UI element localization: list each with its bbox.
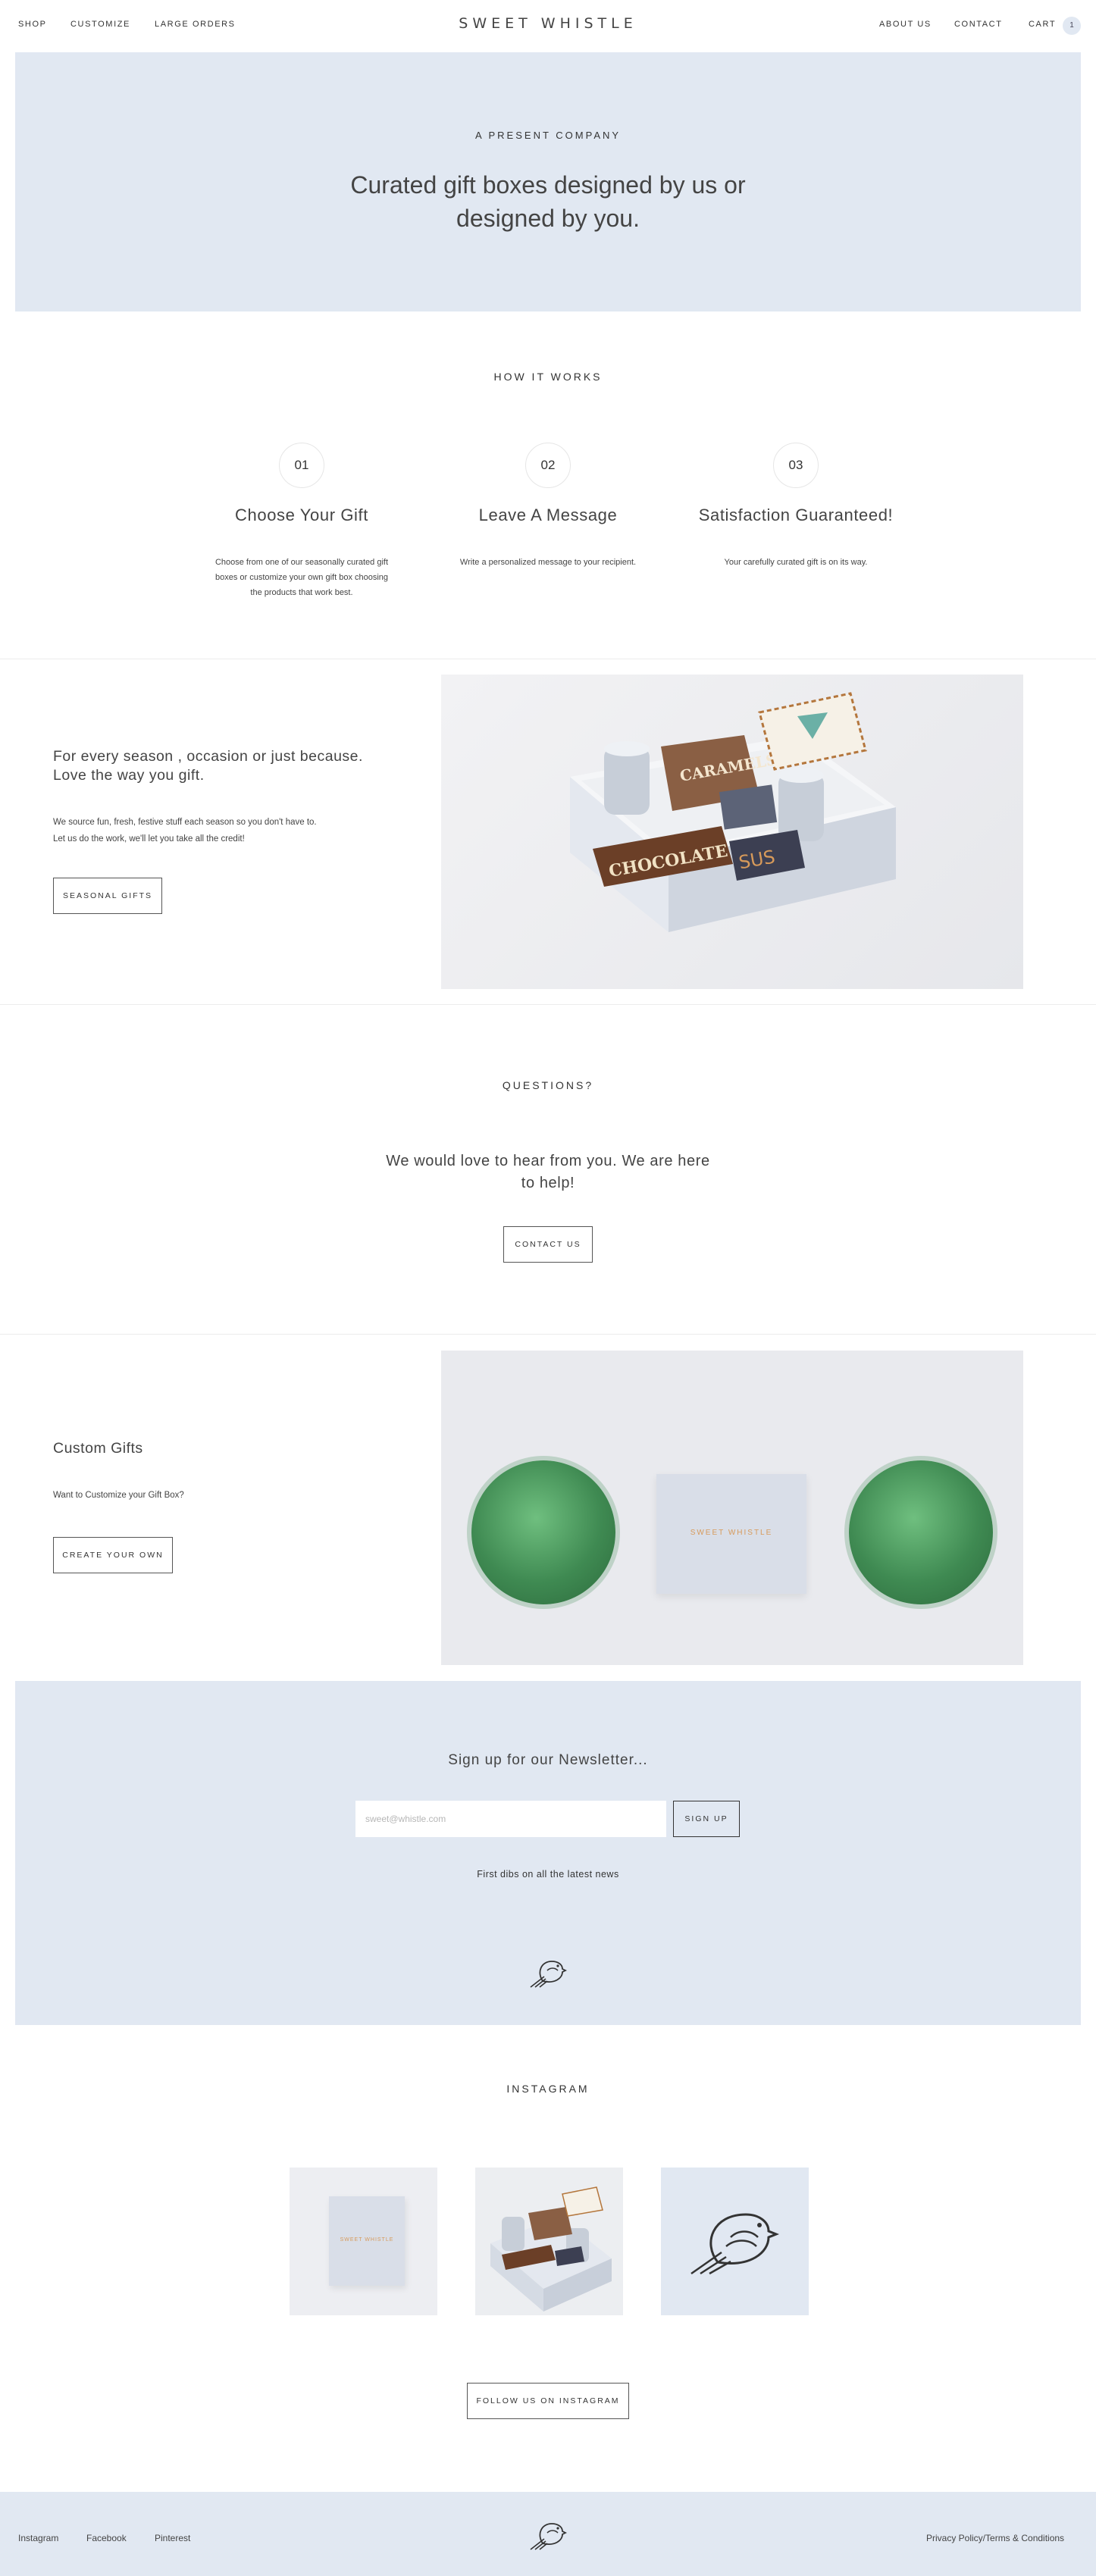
follow-instagram-button[interactable]: FOLLOW US ON INSTAGRAM <box>467 2383 629 2419</box>
seasonal-body: We source fun, fresh, festive stuff each… <box>53 814 317 847</box>
hero-headline-line2: designed by you. <box>456 205 640 232</box>
sign-up-button[interactable]: SIGN UP <box>673 1801 740 1837</box>
seasonal-headline-line1: For every season , occasion or just beca… <box>53 748 363 765</box>
seasonal-headline: For every season , occasion or just beca… <box>53 747 363 785</box>
step-3-description: Your carefully curated gift is on its wa… <box>697 555 894 570</box>
bird-logo-icon <box>529 1954 568 1989</box>
step-3-desc-line1: Your carefully curated gift is on its wa… <box>724 558 868 567</box>
step-3-title: Satisfaction Guaranteed! <box>698 505 894 524</box>
step-1-title: Choose Your Gift <box>235 505 368 524</box>
seasonal-body-line1: We source fun, fresh, festive stuff each… <box>53 818 317 827</box>
white-gift-box: SWEET WHISTLE <box>656 1474 806 1594</box>
instagram-box-label: SWEET WHISTLE <box>340 2237 394 2243</box>
instagram-post-1[interactable]: SWEET WHISTLE <box>290 2168 437 2315</box>
questions-text-line2: to help! <box>521 1175 575 1191</box>
instagram-box: SWEET WHISTLE <box>329 2196 405 2286</box>
step-1-desc-line3: the products that work best. <box>250 588 353 597</box>
instagram-post-3[interactable] <box>661 2168 809 2315</box>
hero-headline: Curated gift boxes designed by us or des… <box>0 168 1096 235</box>
nav-cart[interactable]: CART <box>1029 20 1056 29</box>
gift-box-label: SWEET WHISTLE <box>690 1529 773 1537</box>
plant-left-image <box>471 1460 615 1604</box>
seasonal-headline-line2: Love the way you gift. <box>53 767 205 784</box>
step-1-desc-line2: boxes or customize your own gift box cho… <box>215 573 389 582</box>
step-1-desc-line1: Choose from one of our seasonally curate… <box>215 558 389 567</box>
newsletter-heading: Sign up for our Newsletter... <box>448 1752 648 1768</box>
custom-gifts-headline: Custom Gifts <box>53 1440 143 1457</box>
hero-eyebrow: A PRESENT COMPANY <box>474 130 622 141</box>
seasonal-body-line2: Let us do the work, we'll let you take a… <box>53 834 245 844</box>
step-2-desc-line1: Write a personalized message to your rec… <box>459 558 637 567</box>
nav-contact[interactable]: CONTACT <box>954 20 1003 29</box>
gift-box-illustration: CARAMELS CHOCOLATE SUS <box>570 692 896 932</box>
instagram-heading: INSTAGRAM <box>506 2083 590 2095</box>
create-your-own-button[interactable]: CREATE YOUR OWN <box>53 1537 173 1573</box>
step-1-number: 01 <box>279 443 324 488</box>
hero-headline-line1: Curated gift boxes designed by us or <box>350 171 746 199</box>
newsletter-tagline: First dibs on all the latest news <box>477 1869 619 1880</box>
step-1-description: Choose from one of our seasonally curate… <box>203 555 400 600</box>
step-3-number: 03 <box>773 443 819 488</box>
seasonal-gift-box-image: CARAMELS CHOCOLATE SUS <box>441 675 1023 989</box>
footer-bird-logo-icon <box>529 2516 568 2551</box>
questions-heading: QUESTIONS? <box>502 1079 594 1091</box>
email-placeholder: sweet@whistle.com <box>365 1814 446 1824</box>
cart-count-badge[interactable]: 1 <box>1063 17 1081 35</box>
instagram-bird-logo-icon <box>690 2213 780 2275</box>
seasonal-gifts-button[interactable]: SEASONAL GIFTS <box>53 878 162 914</box>
custom-gift-image: SWEET WHISTLE <box>441 1351 1023 1665</box>
nav-about-us[interactable]: ABOUT US <box>879 20 932 29</box>
custom-gifts-body: Want to Customize your Gift Box? <box>53 1491 184 1500</box>
questions-text-line1: We would love to hear from you. We are h… <box>386 1153 710 1169</box>
instagram-post-2[interactable] <box>475 2168 623 2315</box>
step-2-title: Leave A Message <box>478 505 618 524</box>
how-it-works-heading: HOW IT WORKS <box>493 371 603 383</box>
contact-us-button[interactable]: CONTACT US <box>503 1226 593 1263</box>
site-logo[interactable]: SWEET WHISTLE <box>0 15 1096 32</box>
footer-link-instagram[interactable]: Instagram <box>18 2533 58 2543</box>
instagram-gift-box-illustration <box>490 2186 612 2312</box>
newsletter-email-input[interactable]: sweet@whistle.com <box>355 1801 666 1837</box>
section-divider <box>0 1004 1096 1005</box>
footer-legal-link[interactable]: Privacy Policy/Terms & Conditions <box>926 2533 1064 2543</box>
footer-link-pinterest[interactable]: Pinterest <box>155 2533 190 2543</box>
footer-link-facebook[interactable]: Facebook <box>86 2533 127 2543</box>
step-2-description: Write a personalized message to your rec… <box>449 555 647 570</box>
questions-text: We would love to hear from you. We are h… <box>0 1150 1096 1194</box>
step-2-number: 02 <box>525 443 571 488</box>
plant-right-image <box>849 1460 993 1604</box>
section-divider <box>0 1334 1096 1335</box>
